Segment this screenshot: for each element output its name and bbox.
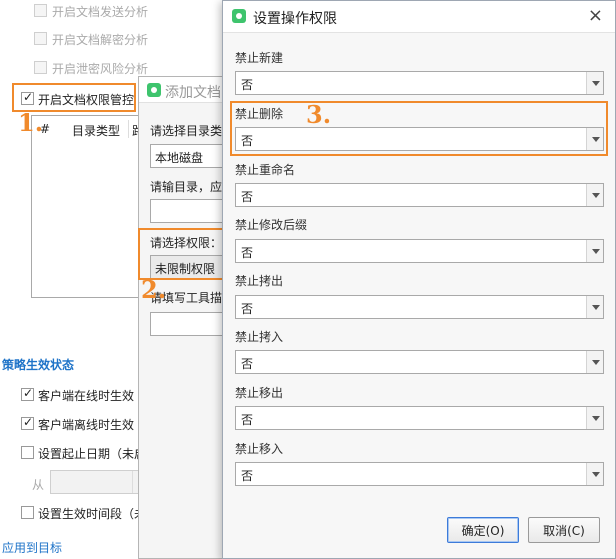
no-move-out-select[interactable]: 否 xyxy=(235,406,604,430)
dialog-titlebar: 设置操作权限 × xyxy=(223,1,615,33)
dir-input-label: 请输目录，应 xyxy=(150,180,223,194)
chevron-down-icon xyxy=(586,351,603,373)
apply-to-target-link[interactable]: 应用到目标 xyxy=(2,539,62,556)
ok-button[interactable]: 确定(O) xyxy=(447,517,519,543)
no-copy-in-select[interactable]: 否 xyxy=(235,350,604,374)
no-copy-in-value: 否 xyxy=(241,357,254,371)
app-icon xyxy=(147,83,161,97)
chevron-down-icon xyxy=(586,240,603,262)
no-rename-value: 否 xyxy=(241,190,254,204)
highlight-box-2 xyxy=(138,228,224,280)
dir-type-value: 本地磁盘 xyxy=(155,151,204,165)
no-copy-out-select[interactable]: 否 xyxy=(235,295,604,319)
decrypt-analysis-label: 开启文档解密分析 xyxy=(52,33,149,47)
field-label-no-rename: 禁止重命名 xyxy=(235,163,296,177)
app-icon xyxy=(232,9,246,23)
step-number-1: 1. xyxy=(18,108,44,137)
no-change-ext-select[interactable]: 否 xyxy=(235,239,604,263)
no-copy-out-value: 否 xyxy=(241,302,254,316)
offline-effective-label: 客户端离线时生效 xyxy=(38,418,135,432)
close-icon[interactable]: × xyxy=(588,5,603,26)
add-document-titlebar: 添加文档 xyxy=(139,77,227,103)
no-move-in-select[interactable]: 否 xyxy=(235,462,604,486)
send-analysis-checkbox[interactable] xyxy=(34,4,47,17)
date-range-checkbox[interactable] xyxy=(21,446,34,459)
chevron-down-icon xyxy=(586,296,603,318)
add-document-title: 添加文档 xyxy=(165,85,221,101)
step-number-2: 2. xyxy=(141,275,167,304)
highlight-box-3 xyxy=(230,101,608,156)
field-label-no-change-ext: 禁止修改后缀 xyxy=(235,218,308,232)
start-date-picker[interactable] xyxy=(50,470,150,494)
field-label-no-move-out: 禁止移出 xyxy=(235,386,284,400)
chevron-down-icon xyxy=(586,184,603,206)
from-label: 从 xyxy=(32,478,45,492)
table-header-dir-type: 目录类型 xyxy=(72,124,121,138)
no-move-in-value: 否 xyxy=(241,469,254,483)
chevron-down-icon xyxy=(586,463,603,485)
directory-table: # 目录类型 路 xyxy=(31,115,144,298)
send-analysis-label: 开启文档发送分析 xyxy=(52,5,149,19)
chevron-down-icon xyxy=(586,72,603,94)
policy-section-title: 策略生效状态 xyxy=(2,358,75,372)
no-create-select[interactable]: 否 xyxy=(235,71,604,95)
step-number-3: 3. xyxy=(306,100,332,129)
online-effective-checkbox[interactable] xyxy=(21,386,34,401)
chevron-down-icon xyxy=(586,407,603,429)
dialog-title: 设置操作权限 xyxy=(253,11,337,27)
set-operation-permissions-dialog: 设置操作权限 × 禁止新建 否 禁止删除 否 禁止重命名 否 禁止修改后缀 否 … xyxy=(222,0,616,559)
field-label-no-move-in: 禁止移入 xyxy=(235,442,284,456)
time-period-checkbox[interactable] xyxy=(21,506,34,519)
no-rename-select[interactable]: 否 xyxy=(235,183,604,207)
offline-effective-checkbox[interactable] xyxy=(21,415,34,430)
leak-risk-label: 开启泄密风险分析 xyxy=(52,62,149,76)
no-change-ext-value: 否 xyxy=(241,246,254,260)
leak-risk-checkbox[interactable] xyxy=(34,61,47,74)
dir-type-label: 请选择目录类 xyxy=(150,124,223,138)
field-label-no-copy-in: 禁止拷入 xyxy=(235,330,284,344)
no-create-value: 否 xyxy=(241,78,254,92)
online-effective-label: 客户端在线时生效 xyxy=(38,389,135,403)
no-move-out-value: 否 xyxy=(241,413,254,427)
cancel-button[interactable]: 取消(C) xyxy=(528,517,600,543)
add-document-dialog: 添加文档 请选择目录类 本地磁盘 请输目录，应 请选择权限： 未限制权限 请填写… xyxy=(138,76,240,559)
field-label-no-copy-out: 禁止拷出 xyxy=(235,274,284,288)
column-divider xyxy=(128,120,129,138)
decrypt-analysis-checkbox[interactable] xyxy=(34,32,47,45)
field-label-no-create: 禁止新建 xyxy=(235,51,284,65)
